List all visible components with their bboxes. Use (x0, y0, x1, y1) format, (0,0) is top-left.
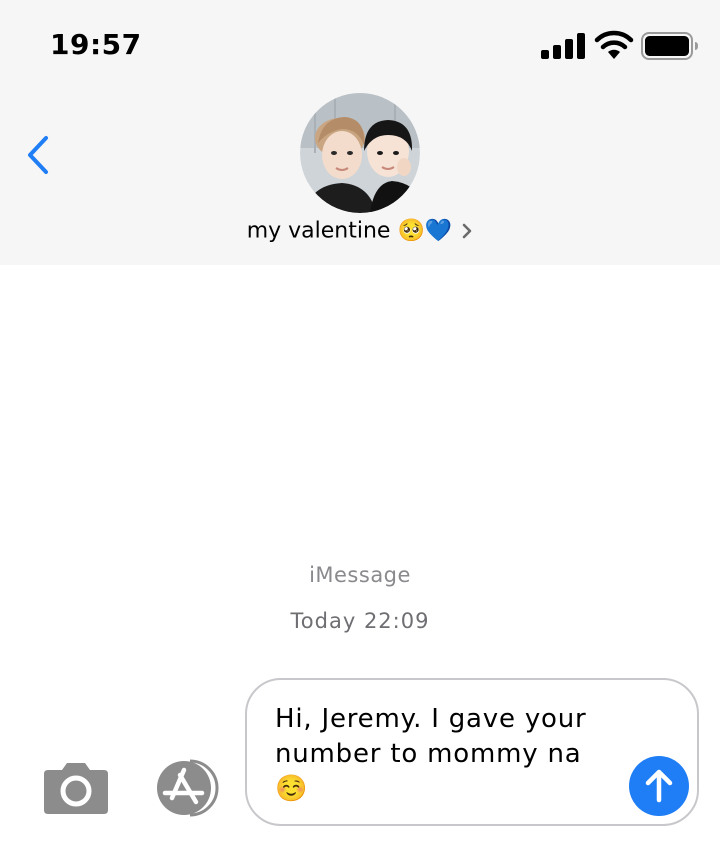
signal-icon (541, 33, 585, 59)
chevron-right-icon (462, 223, 472, 239)
message-input-text[interactable]: Hi, Jeremy. I gave your number to mommy … (275, 702, 625, 807)
conversation-header: my valentine 🥺💙 (0, 90, 720, 265)
battery-icon (641, 32, 698, 60)
contact-avatar[interactable] (300, 93, 420, 213)
compose-bar: Hi, Jeremy. I gave your number to mommy … (0, 675, 720, 842)
send-arrow-up-icon (645, 769, 673, 803)
contact-emoji: 🥺💙 (397, 218, 453, 244)
camera-icon[interactable] (40, 760, 112, 816)
message-timestamp: Today 22:09 (290, 609, 430, 633)
message-input[interactable]: Hi, Jeremy. I gave your number to mommy … (245, 678, 699, 826)
status-bar: 19:57 (0, 0, 720, 90)
contact-name-button[interactable]: my valentine 🥺💙 (0, 218, 720, 244)
service-label: iMessage (309, 563, 411, 587)
message-thread: iMessage Today 22:09 (0, 265, 720, 675)
back-chevron-icon[interactable] (20, 130, 60, 180)
status-time: 19:57 (50, 28, 142, 61)
wifi-icon (594, 30, 634, 59)
send-button[interactable] (629, 756, 689, 816)
contact-name: my valentine (246, 218, 391, 244)
app-store-icon[interactable] (150, 758, 230, 818)
